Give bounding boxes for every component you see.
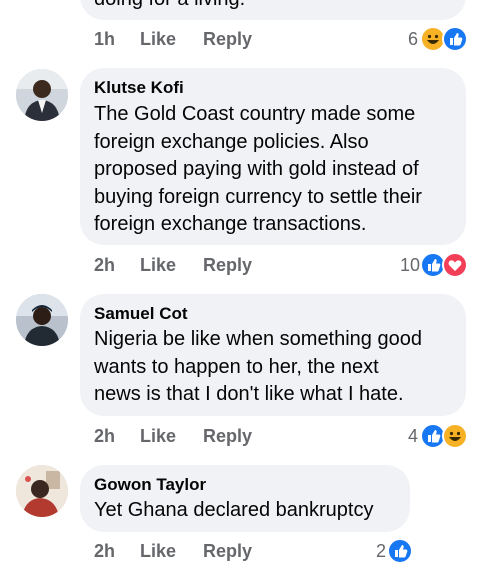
like-button[interactable]: Like xyxy=(140,29,176,50)
comment-time[interactable]: 2h xyxy=(94,426,115,447)
reply-button[interactable]: Reply xyxy=(203,426,252,447)
comment-time[interactable]: 2h xyxy=(94,541,115,562)
like-button[interactable]: Like xyxy=(140,426,176,447)
comment-text: doing for a living. xyxy=(94,0,245,14)
comment-text-line: proposed paying with gold instead of xyxy=(94,158,419,180)
comment-text-line: news is that I don't like what I hate. xyxy=(94,383,404,405)
comment-author[interactable]: Gowon Taylor xyxy=(94,475,206,495)
avatar[interactable] xyxy=(16,69,68,121)
avatar[interactable] xyxy=(16,465,68,517)
comment-text: Nigeria be like when something good want… xyxy=(94,326,422,409)
reaction-count[interactable]: 6 xyxy=(396,29,418,50)
reaction-count[interactable]: 10 xyxy=(392,255,420,276)
reaction-count[interactable]: 4 xyxy=(396,426,418,447)
avatar[interactable] xyxy=(16,294,68,346)
comment-text-line: Nigeria be like when something good xyxy=(94,328,422,350)
like-button[interactable]: Like xyxy=(140,541,176,562)
comment-text: Yet Ghana declared bankruptcy xyxy=(94,499,374,521)
comment-author[interactable]: Samuel Cot xyxy=(94,304,188,324)
comment-text-line: wants to happen to her, the next xyxy=(94,355,379,378)
comment-author[interactable]: Klutse Kofi xyxy=(94,78,184,98)
reply-button[interactable]: Reply xyxy=(203,29,252,50)
comment-text-line: foreign exchange policies. Also xyxy=(94,130,369,153)
comment-text-line: buying foreign currency to settle their xyxy=(94,185,422,208)
haha-reaction-icon xyxy=(442,423,468,449)
like-button[interactable]: Like xyxy=(140,255,176,276)
like-reaction-icon xyxy=(387,538,413,564)
reaction-count[interactable]: 2 xyxy=(366,541,386,562)
comment-text-line: The Gold Coast country made some xyxy=(94,103,416,125)
comment-time[interactable]: 1h xyxy=(94,29,115,50)
comment-text: The Gold Coast country made some foreign… xyxy=(94,101,422,239)
comment-time[interactable]: 2h xyxy=(94,255,115,276)
comment-text-line: foreign exchange transactions. xyxy=(94,213,367,235)
reply-button[interactable]: Reply xyxy=(203,255,252,276)
reply-button[interactable]: Reply xyxy=(203,541,252,562)
like-reaction-icon xyxy=(442,26,468,52)
love-reaction-icon xyxy=(442,252,468,278)
